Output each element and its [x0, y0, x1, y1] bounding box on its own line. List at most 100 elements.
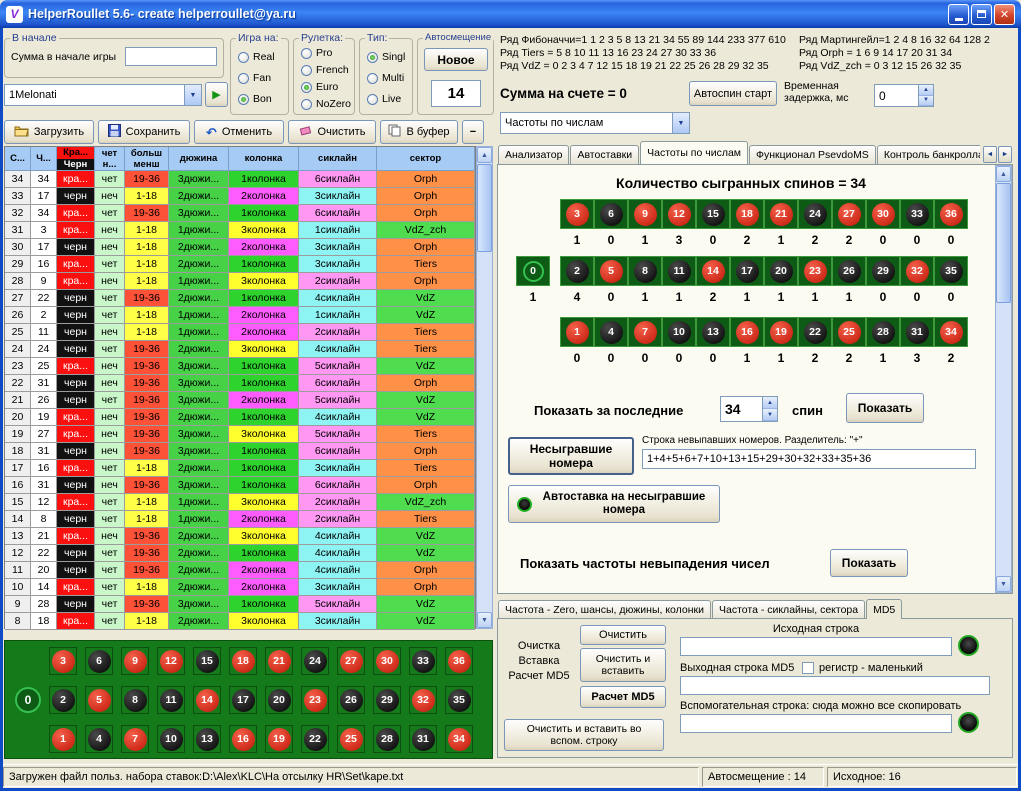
number-tile[interactable]: 21	[764, 199, 798, 229]
missed-numbers-field[interactable]: 1+4+5+6+7+10+13+15+29+30+32+33+35+36	[642, 449, 976, 469]
history-row[interactable]: 3017черннеч1-182дюжи...2колонка3сиклайнO…	[5, 239, 475, 256]
spinner-up-icon[interactable]: ▲	[919, 85, 933, 96]
history-row[interactable]: 928чернчет19-363дюжи...1колонка5сиклайнV…	[5, 596, 475, 613]
tab-автоставки[interactable]: Автоставки	[570, 145, 639, 164]
tab-частота-сиклайны-сектора[interactable]: Частота - сиклайны, сектора	[712, 600, 865, 619]
tab-контроль-банкролла[interactable]: Контроль банкролла	[877, 145, 980, 164]
board-number-tile[interactable]: 17	[229, 686, 257, 714]
close-button[interactable]: ✕	[994, 4, 1015, 25]
board-number-tile[interactable]: 20	[265, 686, 293, 714]
history-row[interactable]: 2916кра...чет1-182дюжи...1колонка3сиклай…	[5, 256, 475, 273]
number-tile[interactable]: 24	[798, 199, 832, 229]
scroll-up-icon[interactable]: ▲	[477, 147, 492, 163]
load-button[interactable]: Загрузить	[4, 120, 94, 144]
number-tile[interactable]: 1	[560, 317, 594, 347]
number-tile[interactable]: 6	[594, 199, 628, 229]
history-row[interactable]: 2019кра...неч19-362дюжи...1колонка4сикла…	[5, 409, 475, 426]
radio-pro[interactable]: Pro	[301, 47, 332, 59]
board-number-tile[interactable]: 6	[85, 647, 113, 675]
radio-live[interactable]: Live	[367, 93, 401, 105]
board-number-tile[interactable]: 16	[229, 725, 257, 753]
radio-euro[interactable]: Euro	[301, 81, 338, 93]
md5-source-input[interactable]	[680, 637, 952, 656]
radio-fan[interactable]: Fan	[238, 72, 271, 84]
board-number-tile[interactable]: 14	[193, 686, 221, 714]
number-tile[interactable]: 3	[560, 199, 594, 229]
number-tile[interactable]: 33	[900, 199, 934, 229]
board-number-tile[interactable]: 13	[193, 725, 221, 753]
history-row[interactable]: 1120чернчет19-362дюжи...2колонка4сиклайн…	[5, 562, 475, 579]
show-last-button[interactable]: Показать	[846, 393, 924, 423]
number-tile[interactable]: 18	[730, 199, 764, 229]
board-number-tile[interactable]: 1	[49, 725, 77, 753]
tab-md5[interactable]: MD5	[866, 599, 902, 619]
maximize-button[interactable]	[971, 4, 992, 25]
board-number-tile[interactable]: 36	[445, 647, 473, 675]
md5-helper-input[interactable]	[680, 714, 952, 733]
number-tile[interactable]: 22	[798, 317, 832, 347]
number-tile[interactable]: 27	[832, 199, 866, 229]
number-tile[interactable]: 8	[628, 256, 662, 286]
board-number-tile[interactable]: 28	[373, 725, 401, 753]
history-row[interactable]: 1512кра...чет1-181дюжи...3колонка2сиклай…	[5, 494, 475, 511]
last-spins-spinner[interactable]: 34 ▲▼	[720, 396, 778, 422]
board-number-tile[interactable]: 31	[409, 725, 437, 753]
tab-scroll-right-icon[interactable]: ►	[998, 146, 1012, 163]
md5-helper-go-button[interactable]	[958, 712, 979, 733]
board-number-tile[interactable]: 5	[85, 686, 113, 714]
to-buffer-button[interactable]: В буфер	[380, 120, 458, 144]
number-tile[interactable]: 28	[866, 317, 900, 347]
number-tile[interactable]: 0	[516, 256, 550, 286]
tab-функционал-psevdoms[interactable]: Функционал PsevdoMS	[749, 145, 876, 164]
history-row[interactable]: 148чернчет1-181дюжи...2колонка2сиклайнTi…	[5, 511, 475, 528]
board-number-tile[interactable]: 18	[229, 647, 257, 675]
radio-nozero[interactable]: NoZero	[301, 98, 351, 110]
board-number-tile[interactable]: 23	[301, 686, 329, 714]
delay-spinner[interactable]: 0 ▲▼	[874, 84, 934, 107]
autobet-missed-button[interactable]: Автоставка на несыгравшие номера	[508, 485, 720, 523]
number-tile[interactable]: 7	[628, 317, 662, 347]
history-row[interactable]: 3434кра...чет19-363дюжи...1колонка6сикла…	[5, 171, 475, 188]
minimize-button[interactable]	[948, 4, 969, 25]
radio-bon[interactable]: Bon	[238, 93, 272, 105]
board-number-tile[interactable]: 8	[121, 686, 149, 714]
history-row[interactable]: 818кра...чет1-182дюжи...3колонка3сиклайн…	[5, 613, 475, 630]
chevron-down-icon[interactable]: ▼	[672, 113, 689, 133]
history-row[interactable]: 2325кра...неч19-363дюжи...1колонка5сикла…	[5, 358, 475, 375]
md5-clear-paste-helper-button[interactable]: Очистить и вставить во вспом. строку	[504, 719, 664, 751]
number-tile[interactable]: 26	[832, 256, 866, 286]
number-tile[interactable]: 29	[866, 256, 900, 286]
number-tile[interactable]: 17	[730, 256, 764, 286]
radio-real[interactable]: Real	[238, 51, 275, 63]
history-row[interactable]: 289кра...неч1-181дюжи...3колонка2сиклайн…	[5, 273, 475, 290]
save-button[interactable]: Сохранить	[98, 120, 190, 144]
tab-scroll-left-icon[interactable]: ◄	[983, 146, 997, 163]
board-number-tile[interactable]: 27	[337, 647, 365, 675]
number-tile[interactable]: 12	[662, 199, 696, 229]
board-number-tile[interactable]: 30	[373, 647, 401, 675]
scroll-down-icon[interactable]: ▼	[996, 576, 1011, 592]
spinner-down-icon[interactable]: ▼	[919, 96, 933, 107]
scroll-down-icon[interactable]: ▼	[477, 612, 492, 628]
history-row[interactable]: 1014кра...чет1-182дюжи...2колонка3сиклай…	[5, 579, 475, 596]
tab-частоты-по-числам[interactable]: Частоты по числам	[640, 141, 748, 164]
start-sum-input[interactable]	[125, 47, 217, 66]
clear-button[interactable]: Очистить	[288, 120, 376, 144]
board-number-tile[interactable]: 15	[193, 647, 221, 675]
history-row[interactable]: 2424чернчет19-362дюжи...3колонка4сиклайн…	[5, 341, 475, 358]
board-number-tile[interactable]: 26	[337, 686, 365, 714]
show-freq-button[interactable]: Показать	[830, 549, 908, 577]
table-scrollbar[interactable]: ▲ ▼	[476, 146, 493, 629]
history-row[interactable]: 262чернчет1-181дюжи...2колонка1сиклайнVd…	[5, 307, 475, 324]
history-row[interactable]: 1831черннеч19-363дюжи...1колонка6сиклайн…	[5, 443, 475, 460]
collapse-button[interactable]: −	[462, 120, 484, 144]
new-button[interactable]: Новое	[424, 48, 488, 71]
panel-scroll-thumb[interactable]	[996, 183, 1011, 303]
autospin-start-button[interactable]: Автоспин старт	[689, 81, 777, 106]
history-row[interactable]: 3317черннеч1-182дюжи...2колонка3сиклайнO…	[5, 188, 475, 205]
board-zero-tile[interactable]: 0	[13, 686, 43, 714]
number-tile[interactable]: 15	[696, 199, 730, 229]
board-number-tile[interactable]: 7	[121, 725, 149, 753]
number-tile[interactable]: 2	[560, 256, 594, 286]
history-row[interactable]: 1716кра...чет1-182дюжи...1колонка3сиклай…	[5, 460, 475, 477]
